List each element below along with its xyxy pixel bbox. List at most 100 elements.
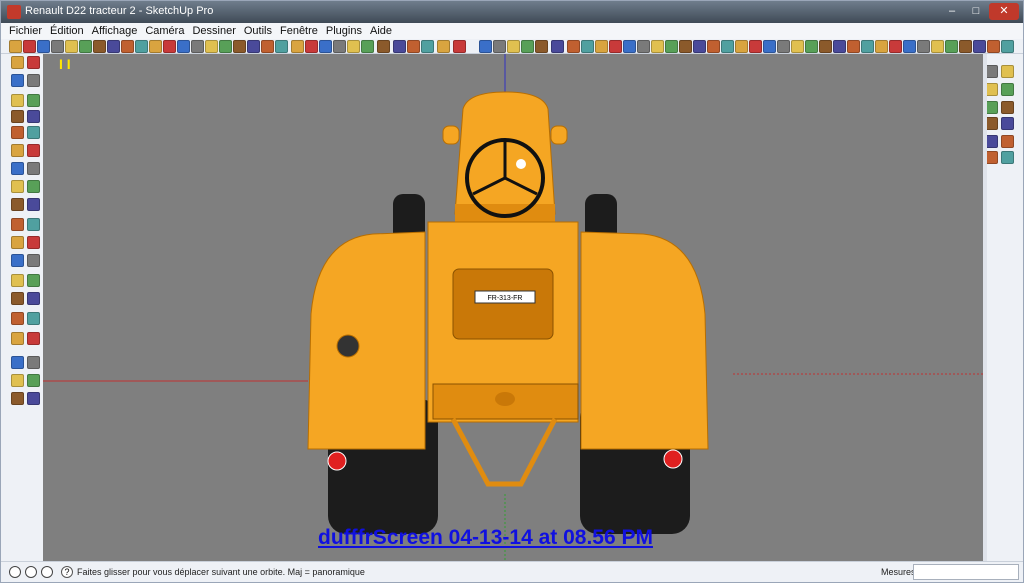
toolbar-tool-icon[interactable] [453, 40, 466, 53]
toolbar-tool-icon[interactable] [275, 40, 288, 53]
toolbar-tool-icon[interactable] [651, 40, 664, 53]
toolbar-tool-icon[interactable] [233, 40, 246, 53]
toolbar-tool-icon[interactable] [735, 40, 748, 53]
toolbar-tool-icon[interactable] [191, 40, 204, 53]
toolbar-tool-icon[interactable] [693, 40, 706, 53]
help-icon[interactable]: ? [61, 566, 73, 578]
toolbar-tool-icon[interactable] [679, 40, 692, 53]
toolbar-tool-icon[interactable] [665, 40, 678, 53]
toolbar-tool-icon[interactable] [23, 40, 36, 53]
palette-tool-icon[interactable] [1001, 151, 1014, 164]
palette-tool-icon[interactable] [27, 144, 40, 157]
toolbar-tool-icon[interactable] [637, 40, 650, 53]
palette-tool-icon[interactable] [1001, 117, 1014, 130]
menu-outils[interactable]: Outils [244, 25, 272, 37]
toolbar-tool-icon[interactable] [763, 40, 776, 53]
toolbar-tool-icon[interactable] [945, 40, 958, 53]
palette-tool-icon[interactable] [1001, 65, 1014, 78]
toolbar-tool-icon[interactable] [721, 40, 734, 53]
palette-tool-icon[interactable] [27, 356, 40, 369]
palette-tool-icon[interactable] [11, 126, 24, 139]
palette-tool-icon[interactable] [11, 356, 24, 369]
palette-tool-icon[interactable] [27, 198, 40, 211]
palette-tool-icon[interactable] [11, 312, 24, 325]
toolbar-tool-icon[interactable] [305, 40, 318, 53]
3d-viewport[interactable]: I I FR-313-FR dufffrScreen 04-13-14 at 0… [43, 54, 983, 561]
palette-tool-icon[interactable] [11, 374, 24, 387]
toolbar-tool-icon[interactable] [507, 40, 520, 53]
palette-tool-icon[interactable] [1001, 101, 1014, 114]
toolbar-tool-icon[interactable] [65, 40, 78, 53]
palette-tool-icon[interactable] [11, 274, 24, 287]
palette-tool-icon[interactable] [27, 392, 40, 405]
user-icon[interactable] [41, 566, 53, 578]
toolbar-tool-icon[interactable] [205, 40, 218, 53]
toolbar-tool-icon[interactable] [51, 40, 64, 53]
credits-icon[interactable] [25, 566, 37, 578]
toolbar-tool-icon[interactable] [805, 40, 818, 53]
toolbar-tool-icon[interactable] [421, 40, 434, 53]
menu-camera[interactable]: Caméra [145, 25, 184, 37]
toolbar-tool-icon[interactable] [9, 40, 22, 53]
palette-tool-icon[interactable] [11, 110, 24, 123]
toolbar-tool-icon[interactable] [361, 40, 374, 53]
toolbar-tool-icon[interactable] [609, 40, 622, 53]
toolbar-tool-icon[interactable] [707, 40, 720, 53]
palette-tool-icon[interactable] [11, 254, 24, 267]
palette-tool-icon[interactable] [27, 110, 40, 123]
toolbar-tool-icon[interactable] [903, 40, 916, 53]
menu-fichier[interactable]: Fichier [9, 25, 42, 37]
toolbar-tool-icon[interactable] [623, 40, 636, 53]
toolbar-tool-icon[interactable] [261, 40, 274, 53]
toolbar-tool-icon[interactable] [973, 40, 986, 53]
toolbar-tool-icon[interactable] [521, 40, 534, 53]
toolbar-tool-icon[interactable] [437, 40, 450, 53]
palette-tool-icon[interactable] [27, 56, 40, 69]
toolbar-tool-icon[interactable] [479, 40, 492, 53]
toolbar-tool-icon[interactable] [377, 40, 390, 53]
palette-tool-icon[interactable] [11, 392, 24, 405]
toolbar-tool-icon[interactable] [107, 40, 120, 53]
toolbar-tool-icon[interactable] [875, 40, 888, 53]
palette-tool-icon[interactable] [27, 162, 40, 175]
toolbar-tool-icon[interactable] [247, 40, 260, 53]
toolbar-tool-icon[interactable] [121, 40, 134, 53]
palette-tool-icon[interactable] [11, 74, 24, 87]
palette-tool-icon[interactable] [27, 218, 40, 231]
palette-tool-icon[interactable] [11, 180, 24, 193]
palette-tool-icon[interactable] [27, 180, 40, 193]
toolbar-tool-icon[interactable] [319, 40, 332, 53]
menu-affichage[interactable]: Affichage [92, 25, 138, 37]
minimize-button[interactable]: – [941, 3, 963, 20]
toolbar-tool-icon[interactable] [833, 40, 846, 53]
palette-tool-icon[interactable] [11, 162, 24, 175]
toolbar-tool-icon[interactable] [819, 40, 832, 53]
palette-tool-icon[interactable] [27, 374, 40, 387]
geolocation-icon[interactable] [9, 566, 21, 578]
toolbar-tool-icon[interactable] [407, 40, 420, 53]
menu-fenetre[interactable]: Fenêtre [280, 25, 318, 37]
toolbar-tool-icon[interactable] [177, 40, 190, 53]
palette-tool-icon[interactable] [11, 218, 24, 231]
toolbar-tool-icon[interactable] [135, 40, 148, 53]
toolbar-tool-icon[interactable] [749, 40, 762, 53]
palette-tool-icon[interactable] [27, 292, 40, 305]
toolbar-tool-icon[interactable] [93, 40, 106, 53]
palette-tool-icon[interactable] [11, 144, 24, 157]
toolbar-tool-icon[interactable] [535, 40, 548, 53]
toolbar-tool-icon[interactable] [581, 40, 594, 53]
measurements-input[interactable] [913, 564, 1019, 580]
toolbar-tool-icon[interactable] [551, 40, 564, 53]
palette-tool-icon[interactable] [11, 292, 24, 305]
toolbar-tool-icon[interactable] [163, 40, 176, 53]
palette-tool-icon[interactable] [27, 126, 40, 139]
palette-tool-icon[interactable] [11, 94, 24, 107]
toolbar-tool-icon[interactable] [931, 40, 944, 53]
toolbar-tool-icon[interactable] [987, 40, 1000, 53]
palette-tool-icon[interactable] [27, 332, 40, 345]
toolbar-tool-icon[interactable] [493, 40, 506, 53]
toolbar-tool-icon[interactable] [79, 40, 92, 53]
menu-plugins[interactable]: Plugins [326, 25, 362, 37]
toolbar-tool-icon[interactable] [917, 40, 930, 53]
maximize-button[interactable]: □ [965, 3, 987, 20]
